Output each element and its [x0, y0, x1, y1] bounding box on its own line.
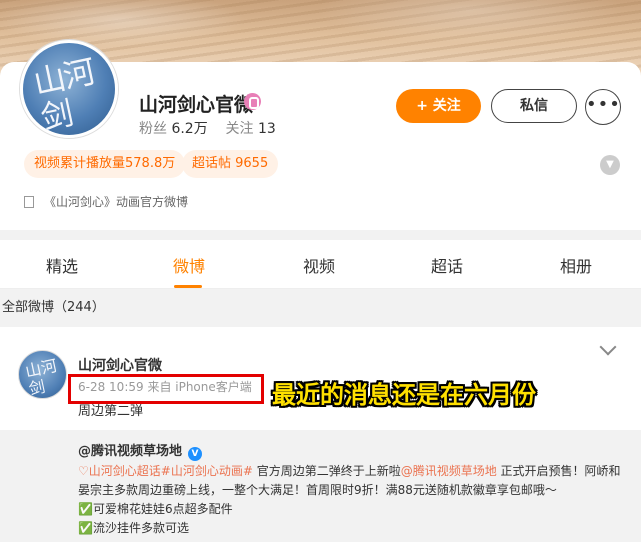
chevron-down-icon[interactable]	[599, 338, 617, 356]
following-label: 关注	[225, 121, 254, 137]
profile-tabs: 精选 微博 视频 超话 相册	[0, 241, 641, 289]
expand-chevron-icon[interactable]: ▼	[600, 155, 620, 175]
profile-stats: 粉丝 6.2万 关注 13	[139, 118, 276, 138]
repost-line-1-text: 官方周边第二弹终于上新啦	[252, 464, 401, 478]
message-button[interactable]: 私信	[491, 89, 577, 123]
profile-name: 山河剑心官微	[139, 94, 254, 116]
weibo-profile-page: 山河剑 山河剑心官微 粉丝 6.2万 关注 13 + 关注 私信 ••• 视频累…	[0, 0, 641, 542]
reposted-content: @腾讯视频草场地 V ♡山河剑心超话#山河剑心动画# 官方周边第二弹终于上新啦@腾…	[0, 430, 641, 542]
document-icon	[24, 196, 34, 208]
repost-author[interactable]: @腾讯视频草场地 V	[78, 440, 203, 461]
super-topic-tag[interactable]: 超话帖 9655	[182, 150, 279, 178]
fans-count[interactable]: 6.2万	[171, 121, 207, 137]
more-options-button[interactable]: •••	[585, 89, 621, 125]
vip-badge-icon	[244, 93, 261, 110]
profile-description: 《山河剑心》动画官方微博	[24, 193, 188, 210]
heart-icon: ♡	[78, 464, 89, 478]
tab-super-topic[interactable]: 超话	[407, 253, 487, 277]
avatar[interactable]: 山河剑	[20, 40, 118, 138]
repost-line-3: ✅可爱棉花娃娃6点超多配件	[78, 502, 233, 516]
repost-author-name: @腾讯视频草场地	[78, 444, 183, 459]
following-count[interactable]: 13	[258, 121, 276, 137]
fans-label: 粉丝	[139, 121, 167, 137]
tab-videos[interactable]: 视频	[279, 253, 359, 277]
repost-body: ♡山河剑心超话#山河剑心动画# 官方周边第二弹终于上新啦@腾讯视频草场地 正式开…	[78, 462, 626, 538]
section-divider	[0, 230, 641, 240]
tab-featured[interactable]: 精选	[22, 253, 102, 277]
avatar-logo-text: 山河剑	[30, 52, 97, 138]
verified-icon: V	[188, 447, 203, 461]
mention-link[interactable]: @腾讯视频草场地	[401, 464, 497, 478]
active-tab-indicator	[174, 285, 202, 288]
highlight-annotation-box	[68, 374, 264, 404]
tab-albums[interactable]: 相册	[536, 253, 616, 277]
follow-button[interactable]: + 关注	[396, 89, 481, 123]
topic-link[interactable]: 山河剑心超话#山河剑心动画#	[89, 464, 253, 478]
tab-weibo[interactable]: 微博	[149, 253, 229, 277]
post-author[interactable]: 山河剑心官微	[78, 355, 162, 375]
post-avatar[interactable]: 山河剑	[18, 350, 67, 399]
repost-line-1: ♡山河剑心超话#山河剑心动画# 官方周边第二弹终于上新啦@腾讯视频草场地 正式开…	[78, 462, 626, 481]
overlay-annotation: 最近的消息还是在六月份	[272, 381, 536, 409]
post-avatar-logo-text: 山河剑	[23, 355, 59, 399]
description-text: 《山河剑心》动画官方微博	[44, 195, 189, 209]
weibo-count: 全部微博（244）	[0, 289, 641, 327]
repost-line-2: 晏宗主多款周边重磅上线，一整个大满足！首周限时9折！满88元送随机款徽章享包邮哦…	[78, 483, 557, 497]
repost-line-1-suffix: 正式开启预售！阿峤和	[496, 464, 621, 478]
video-plays-tag[interactable]: 视频累计播放量578.8万	[24, 150, 186, 178]
repost-line-4: ✅流沙挂件多款可选	[78, 521, 189, 535]
